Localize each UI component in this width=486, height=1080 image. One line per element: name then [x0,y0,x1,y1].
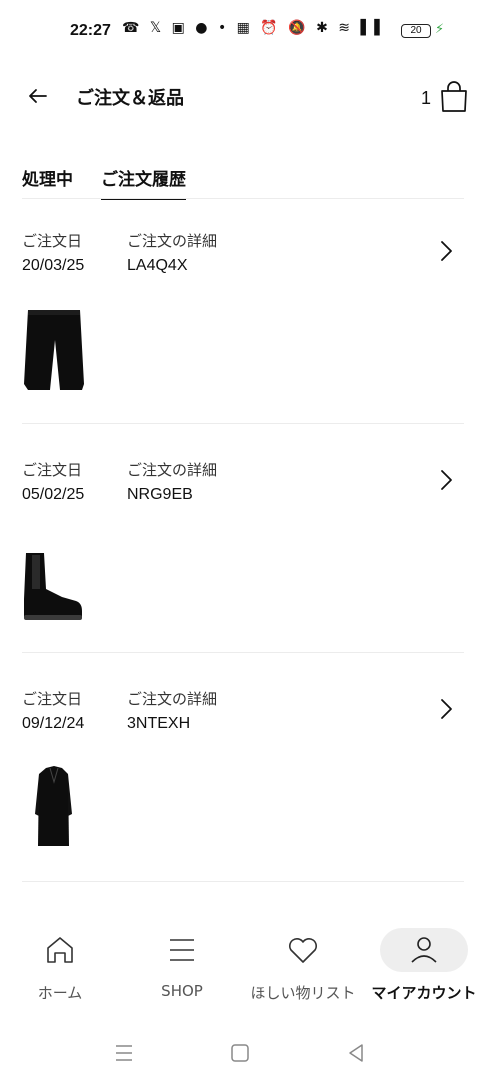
divider [22,652,464,653]
divider [22,198,464,199]
battery-icon: 20 [401,24,431,38]
charging-icon: ⚡ [435,22,445,37]
menu-icon [170,939,194,961]
recent-apps-icon[interactable] [109,1038,139,1068]
nav-home-label: ホーム [37,984,83,1002]
cart-button[interactable] [438,80,470,114]
shorts-icon[interactable] [22,300,88,400]
order-id: NRG9EB [127,486,193,503]
status-bar: 22:27 ☎ 𝕏 ▣ ● • ▦ ⏰ 🔕 ✱ ≋ ▌▌ 20 ⚡ [0,0,486,62]
nav-shop-label: SHOP [161,982,203,1000]
order-date-label: ご注文日 [22,690,83,708]
order-detail-label: ご注文の詳細 [127,690,218,708]
user-icon [411,937,437,963]
order-item[interactable]: ご注文日 20/03/25 ご注文の詳細 LA4Q4X [22,230,464,459]
order-id: LA4Q4X [127,257,188,274]
heart-icon [288,938,318,963]
nav-home[interactable]: ホーム [0,920,120,1010]
shopping-bag-icon [441,81,467,112]
chevron-right-icon[interactable] [436,696,456,722]
home-icon [47,937,73,963]
order-detail-label: ご注文の詳細 [127,461,218,479]
divider [22,881,464,882]
status-icons: ☎ 𝕏 ▣ ● • ▦ ⏰ 🔕 ✱ ≋ ▌▌ [122,20,389,36]
system-navigation-bar [0,1028,486,1076]
cart-count[interactable]: 1 [421,88,431,109]
home-button-icon[interactable] [225,1038,255,1068]
order-date: 20/03/25 [22,257,85,274]
nav-wishlist-label: ほしい物リスト [250,984,356,1002]
order-item[interactable]: ご注文日 09/12/24 ご注文の詳細 3NTEXH [22,688,464,917]
chevron-right-icon[interactable] [436,238,456,264]
back-triangle-icon[interactable] [341,1038,371,1068]
order-detail-label: ご注文の詳細 [127,232,218,250]
bottom-navigation: ホーム SHOP ほしい物リスト マイアカウント [0,920,486,1020]
order-item[interactable]: ご注文日 05/02/25 ご注文の詳細 NRG9EB [22,459,464,688]
page-title: ご注文＆返品 [76,88,184,109]
nav-wishlist[interactable]: ほしい物リスト [243,920,363,1010]
tab-processing[interactable]: 処理中 [22,165,73,198]
order-date-label: ご注文日 [22,461,83,479]
order-date: 05/02/25 [22,486,85,503]
boot-icon[interactable] [22,529,88,629]
order-date: 09/12/24 [22,715,85,732]
coat-icon[interactable] [22,758,88,858]
order-date-label: ご注文日 [22,232,83,250]
app-header: ご注文＆返品 1 [0,62,486,132]
order-id: 3NTEXH [127,715,191,732]
arrow-left-icon [29,89,47,103]
nav-shop[interactable]: SHOP [122,920,242,1010]
tab-order-history[interactable]: ご注文履歴 [101,165,186,200]
divider [22,423,464,424]
nav-my-account-label: マイアカウント [371,984,477,1002]
chevron-right-icon[interactable] [436,467,456,493]
status-time: 22:27 [70,22,111,39]
nav-my-account[interactable]: マイアカウント [364,920,484,1010]
order-tabs: 処理中 ご注文履歴 [22,160,464,200]
back-button[interactable] [24,82,52,110]
